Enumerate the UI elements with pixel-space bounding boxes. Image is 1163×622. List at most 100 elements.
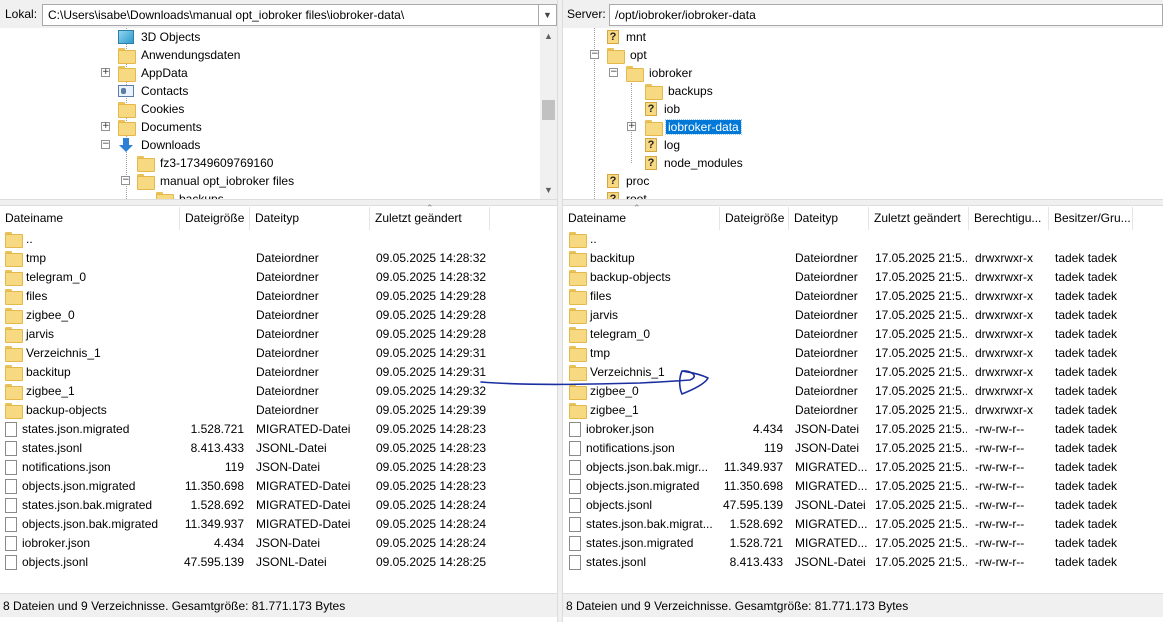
column-header-modified[interactable]: Zuletzt geändert [869, 207, 969, 230]
file-row[interactable]: notifications.json 119 JSON-Datei 09.05.202… [0, 458, 557, 477]
tree-node-3d-objects[interactable]: 3D Objects [118, 28, 202, 46]
tree-node-iob[interactable]: ? iob [645, 100, 682, 118]
file-row[interactable]: zigbee_0 Dateiordner 17.05.2025 21:5... drw… [563, 382, 1163, 401]
column-header-permissions[interactable]: Berechtigu... [969, 207, 1049, 230]
file-row[interactable]: jarvis Dateiordner 17.05.2025 21:5... drwxr… [563, 306, 1163, 325]
column-header-owner[interactable]: Besitzer/Gru... [1049, 207, 1133, 230]
file-row[interactable]: files Dateiordner 17.05.2025 21:5... drwxrw… [563, 287, 1163, 306]
column-header-name[interactable]: Dateiname [563, 207, 720, 230]
tree-node-contacts[interactable]: Contacts [118, 82, 190, 100]
file-row[interactable]: Verzeichnis_1 Dateiordner 09.05.2025 14:29… [0, 344, 557, 363]
collapse-icon[interactable]: − [609, 68, 618, 77]
scroll-up-icon[interactable]: ▲ [540, 28, 557, 45]
file-row[interactable]: states.jsonl 8.413.433 JSONL-Datei 17.05.20… [563, 553, 1163, 572]
pane-splitter[interactable] [563, 199, 1163, 206]
pane-splitter[interactable] [0, 199, 557, 206]
file-row[interactable]: states.json.migrated 1.528.721 MIGRATED-Da… [0, 420, 557, 439]
file-row[interactable]: zigbee_0 Dateiordner 09.05.2025 14:29:28 [0, 306, 557, 325]
file-row[interactable]: objects.json.migrated 11.350.698 MIGRATED.… [563, 477, 1163, 496]
file-row[interactable]: states.jsonl 8.413.433 JSONL-Datei 09.05.20… [0, 439, 557, 458]
file-name: iobroker.json [586, 422, 655, 436]
file-modified-cell: 09.05.2025 14:28:24 [376, 517, 487, 531]
tree-node-log[interactable]: ? log [645, 136, 682, 154]
tree-node-cookies[interactable]: Cookies [118, 100, 186, 118]
remote-directory-tree: ? mnt − opt − iobroker backups ? iob + i… [563, 28, 1163, 199]
file-owner-cell: tadek tadek [1055, 346, 1118, 360]
collapse-icon[interactable]: − [590, 50, 599, 59]
tree-node-node-modules[interactable]: ? node_modules [645, 154, 745, 172]
column-header-type[interactable]: Dateityp [789, 207, 869, 230]
tree-node-mnt[interactable]: ? mnt [607, 28, 648, 46]
file-row[interactable]: objects.jsonl 47.595.139 JSONL-Datei 17.05.… [563, 496, 1163, 515]
file-row[interactable]: tmp Dateiordner 09.05.2025 14:28:32 [0, 249, 557, 268]
tree-node-documents[interactable]: Documents [118, 118, 204, 136]
file-row[interactable]: notifications.json 119 JSON-Datei 17.05.202… [563, 439, 1163, 458]
local-path-input[interactable]: C:\Users\isabe\Downloads\manual opt_iobr… [42, 4, 539, 26]
file-row[interactable]: jarvis Dateiordner 09.05.2025 14:29:28 [0, 325, 557, 344]
file-row[interactable]: Verzeichnis_1 Dateiordner 17.05.2025 21:5.… [563, 363, 1163, 382]
file-row[interactable]: states.json.bak.migrated 1.528.692 MIGRATE… [0, 496, 557, 515]
scroll-down-icon[interactable]: ▼ [540, 182, 557, 199]
column-header-size[interactable]: Dateigröße [180, 207, 250, 230]
collapse-icon[interactable]: − [101, 140, 110, 149]
tree-node-iobroker-data[interactable]: iobroker-data [645, 118, 742, 136]
local-tree-scrollbar[interactable]: ▲ ▼ [540, 28, 557, 199]
file-row[interactable]: objects.json.migrated 11.350.698 MIGRATED-… [0, 477, 557, 496]
unknown-folder-icon: ? [607, 174, 619, 188]
file-row[interactable]: backitup Dateiordner 17.05.2025 21:5... drw… [563, 249, 1163, 268]
folder-icon [645, 84, 663, 100]
file-modified-cell: 09.05.2025 14:29:28 [376, 327, 487, 341]
file-name-cell: notifications.json [5, 458, 177, 477]
tree-node-opt[interactable]: opt [607, 46, 649, 64]
file-name: jarvis [26, 327, 55, 341]
file-row[interactable]: objects.json.bak.migr... 11.349.937 MIGRAT… [563, 458, 1163, 477]
file-row[interactable]: iobroker.json 4.434 JSON-Datei 09.05.2025 1… [0, 534, 557, 553]
file-row[interactable]: backup-objects Dateiordner 09.05.2025 14:2… [0, 401, 557, 420]
file-row[interactable]: backitup Dateiordner 09.05.2025 14:29:31 [0, 363, 557, 382]
tree-node-anwendungsdaten[interactable]: Anwendungsdaten [118, 46, 242, 64]
file-row[interactable]: states.json.migrated 1.528.721 MIGRATED...… [563, 534, 1163, 553]
tree-node-root[interactable]: ? root [607, 190, 649, 199]
expand-icon[interactable]: + [627, 122, 636, 131]
tree-node-appdata[interactable]: AppData [118, 64, 190, 82]
tree-node-proc[interactable]: ? proc [607, 172, 651, 190]
expand-icon[interactable]: + [101, 68, 110, 77]
file-name-cell: backitup [569, 249, 719, 268]
file-modified-cell: 17.05.2025 21:5... [875, 517, 967, 531]
file-icon [5, 498, 17, 514]
collapse-icon[interactable]: − [121, 176, 130, 185]
scroll-thumb[interactable] [542, 100, 555, 120]
file-row[interactable]: telegram_0 Dateiordner 17.05.2025 21:5... d… [563, 325, 1163, 344]
file-row[interactable]: zigbee_1 Dateiordner 17.05.2025 21:5... drw… [563, 401, 1163, 420]
file-type-cell: MIGRATED... [795, 517, 867, 531]
file-row[interactable]: .. [0, 230, 557, 249]
file-row[interactable]: tmp Dateiordner 17.05.2025 21:5... drwxrwxr… [563, 344, 1163, 363]
column-header-type[interactable]: Dateityp [250, 207, 370, 230]
file-row[interactable]: objects.jsonl 47.595.139 JSONL-Datei 09.05.… [0, 553, 557, 572]
file-row[interactable]: states.json.bak.migrat... 1.528.692 MIGRAT… [563, 515, 1163, 534]
file-type-cell: Dateiordner [795, 289, 858, 303]
file-row[interactable]: .. [563, 230, 1163, 249]
file-perm-cell [975, 230, 1047, 249]
file-owner-cell: tadek tadek [1055, 479, 1118, 493]
tree-node-backups[interactable]: backups [645, 82, 715, 100]
file-row[interactable]: zigbee_1 Dateiordner 09.05.2025 14:29:32 [0, 382, 557, 401]
file-row[interactable]: telegram_0 Dateiordner 09.05.2025 14:28:32 [0, 268, 557, 287]
tree-node-downloads[interactable]: Downloads [118, 136, 202, 154]
file-row[interactable]: iobroker.json 4.434 JSON-Datei 17.05.2025 2… [563, 420, 1163, 439]
expand-icon[interactable]: + [101, 122, 110, 131]
tree-node-manual-opt-iobroker-files[interactable]: manual opt_iobroker files [137, 172, 296, 190]
local-path-dropdown-button[interactable]: ▼ [539, 4, 557, 26]
file-row[interactable]: backup-objects Dateiordner 17.05.2025 21:5… [563, 268, 1163, 287]
file-name: zigbee_1 [26, 384, 75, 398]
file-row[interactable]: objects.json.bak.migrated 11.349.937 MIGRA… [0, 515, 557, 534]
tree-node-iobroker[interactable]: iobroker [626, 64, 694, 82]
column-header-name[interactable]: Dateiname [0, 207, 180, 230]
tree-node-fz3[interactable]: fz3-17349609769160 [137, 154, 275, 172]
file-icon [569, 422, 581, 438]
file-row[interactable]: files Dateiordner 09.05.2025 14:29:28 [0, 287, 557, 306]
remote-path-input[interactable]: /opt/iobroker/iobroker-data [609, 4, 1163, 26]
column-header-size[interactable]: Dateigröße [720, 207, 789, 230]
tree-node-backups[interactable]: backups [156, 190, 226, 199]
folder-icon [569, 269, 587, 286]
